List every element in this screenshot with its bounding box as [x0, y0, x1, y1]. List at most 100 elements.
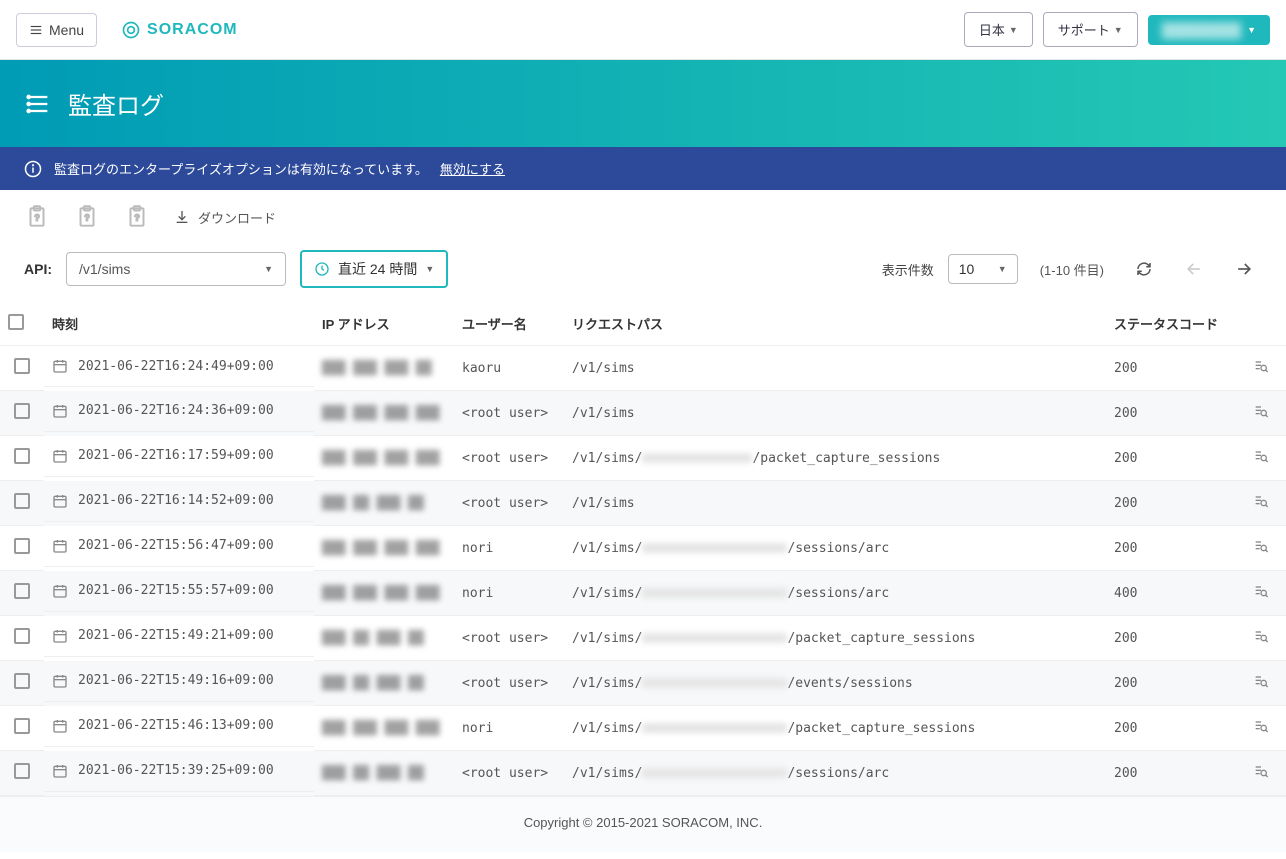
brand-logo[interactable]: SORACOM — [121, 20, 238, 40]
table-row[interactable]: 2021-06-22T15:55:57+09:00███ ███ ███ ███… — [0, 571, 1286, 616]
cell-path: /v1/sims — [564, 481, 1106, 526]
locale-button[interactable]: 日本 ▼ — [964, 12, 1033, 47]
cell-ip: ███ ███ ███ ███ — [314, 571, 454, 616]
calendar-icon — [52, 718, 68, 734]
row-detail-button[interactable] — [1253, 588, 1269, 603]
cell-path: /v1/sims//sessions/arc — [564, 751, 1106, 796]
calendar-icon — [52, 583, 68, 599]
calendar-icon — [52, 493, 68, 509]
row-checkbox[interactable] — [14, 673, 30, 689]
svg-text:?: ? — [35, 212, 40, 222]
cell-path: /v1/sims//sessions/arc — [564, 526, 1106, 571]
disable-link[interactable]: 無効にする — [440, 159, 505, 178]
row-checkbox[interactable] — [14, 538, 30, 554]
next-page-button[interactable] — [1226, 251, 1262, 287]
table-row[interactable]: 2021-06-22T15:39:25+09:00███ ██ ███ ██<r… — [0, 751, 1286, 796]
row-detail-button[interactable] — [1253, 543, 1269, 558]
clipboard-icon[interactable]: ? — [74, 204, 100, 230]
cell-time: 2021-06-22T15:49:21+09:00 — [44, 616, 314, 657]
svg-text:?: ? — [85, 212, 90, 222]
row-detail-button[interactable] — [1253, 453, 1269, 468]
row-checkbox[interactable] — [14, 583, 30, 599]
detail-icon — [1253, 628, 1269, 644]
cell-status: 200 — [1106, 346, 1236, 391]
cell-time: 2021-06-22T16:24:36+09:00 — [44, 391, 314, 432]
row-checkbox[interactable] — [14, 403, 30, 419]
select-all-checkbox[interactable] — [8, 314, 24, 330]
brand-text: SORACOM — [147, 21, 238, 39]
row-checkbox[interactable] — [14, 358, 30, 374]
cell-user: nori — [454, 571, 564, 616]
row-checkbox[interactable] — [14, 628, 30, 644]
support-button[interactable]: サポート ▼ — [1043, 12, 1138, 47]
cell-user: <root user> — [454, 751, 564, 796]
row-detail-button[interactable] — [1253, 408, 1269, 423]
calendar-icon — [52, 673, 68, 689]
table-row[interactable]: 2021-06-22T16:17:59+09:00███ ███ ███ ███… — [0, 436, 1286, 481]
cell-path: /v1/sims//events/sessions — [564, 661, 1106, 706]
caret-down-icon: ▼ — [1114, 25, 1123, 35]
table-row[interactable]: 2021-06-22T15:49:16+09:00███ ██ ███ ██<r… — [0, 661, 1286, 706]
cell-time: 2021-06-22T15:55:57+09:00 — [44, 571, 314, 612]
table-row[interactable]: 2021-06-22T16:24:49+09:00███ ███ ███ ██k… — [0, 346, 1286, 391]
page-size-select[interactable]: 10 ▼ — [948, 254, 1018, 284]
table-row[interactable]: 2021-06-22T15:56:47+09:00███ ███ ███ ███… — [0, 526, 1286, 571]
detail-icon — [1253, 403, 1269, 419]
table-row[interactable]: 2021-06-22T15:49:21+09:00███ ██ ███ ██<r… — [0, 616, 1286, 661]
download-button[interactable]: ダウンロード — [174, 208, 276, 227]
row-checkbox[interactable] — [14, 763, 30, 779]
row-checkbox[interactable] — [14, 493, 30, 509]
prev-page-button[interactable] — [1176, 251, 1212, 287]
detail-icon — [1253, 538, 1269, 554]
caret-down-icon: ▼ — [1247, 25, 1256, 35]
cell-ip: ███ ███ ███ ██ — [314, 346, 454, 391]
cell-status: 200 — [1106, 616, 1236, 661]
logo-icon — [121, 20, 141, 40]
cell-ip: ███ ███ ███ ███ — [314, 526, 454, 571]
filter-row: API: /v1/sims ▼ 直近 24 時間 ▼ 表示件数 10 ▼ (1-… — [0, 244, 1286, 302]
row-detail-button[interactable] — [1253, 633, 1269, 648]
detail-icon — [1253, 493, 1269, 509]
clipboard-icon[interactable]: ? — [24, 204, 50, 230]
time-range-select[interactable]: 直近 24 時間 ▼ — [300, 250, 448, 288]
cell-path: /v1/sims//packet_capture_sessions — [564, 706, 1106, 751]
menu-button[interactable]: Menu — [16, 13, 97, 47]
col-ip: IP アドレス — [314, 302, 454, 346]
table-row[interactable]: 2021-06-22T16:24:36+09:00███ ███ ███ ███… — [0, 391, 1286, 436]
cell-status: 200 — [1106, 436, 1236, 481]
clock-icon — [314, 261, 330, 277]
detail-icon — [1253, 718, 1269, 734]
row-detail-button[interactable] — [1253, 498, 1269, 513]
col-user: ユーザー名 — [454, 302, 564, 346]
cell-user: <root user> — [454, 661, 564, 706]
cell-ip: ███ ██ ███ ██ — [314, 616, 454, 661]
info-icon — [24, 160, 42, 178]
cell-time: 2021-06-22T16:14:52+09:00 — [44, 481, 314, 522]
clipboard-icon[interactable]: ? — [124, 204, 150, 230]
row-detail-button[interactable] — [1253, 363, 1269, 378]
cell-status: 200 — [1106, 751, 1236, 796]
table-row[interactable]: 2021-06-22T15:46:13+09:00███ ███ ███ ███… — [0, 706, 1286, 751]
row-checkbox[interactable] — [14, 718, 30, 734]
api-filter-label: API: — [24, 261, 52, 277]
arrow-right-icon — [1234, 259, 1254, 279]
locale-label: 日本 — [979, 20, 1005, 39]
download-label: ダウンロード — [198, 208, 276, 227]
api-select[interactable]: /v1/sims ▼ — [66, 252, 286, 286]
cell-ip: ███ ███ ███ ███ — [314, 706, 454, 751]
cell-user: <root user> — [454, 481, 564, 526]
row-detail-button[interactable] — [1253, 678, 1269, 693]
table-row[interactable]: 2021-06-22T16:14:52+09:00███ ██ ███ ██<r… — [0, 481, 1286, 526]
info-text: 監査ログのエンタープライズオプションは有効になっています。 — [54, 159, 428, 178]
refresh-button[interactable] — [1126, 251, 1162, 287]
row-detail-button[interactable] — [1253, 723, 1269, 738]
detail-icon — [1253, 763, 1269, 779]
user-menu-button[interactable]: ████████ ▼ — [1148, 15, 1270, 45]
page-size-label: 表示件数 — [882, 260, 934, 279]
col-time: 時刻 — [44, 302, 314, 346]
menu-label: Menu — [49, 22, 84, 38]
row-checkbox[interactable] — [14, 448, 30, 464]
download-icon — [174, 209, 190, 225]
row-detail-button[interactable] — [1253, 768, 1269, 783]
caret-down-icon: ▼ — [264, 264, 273, 274]
